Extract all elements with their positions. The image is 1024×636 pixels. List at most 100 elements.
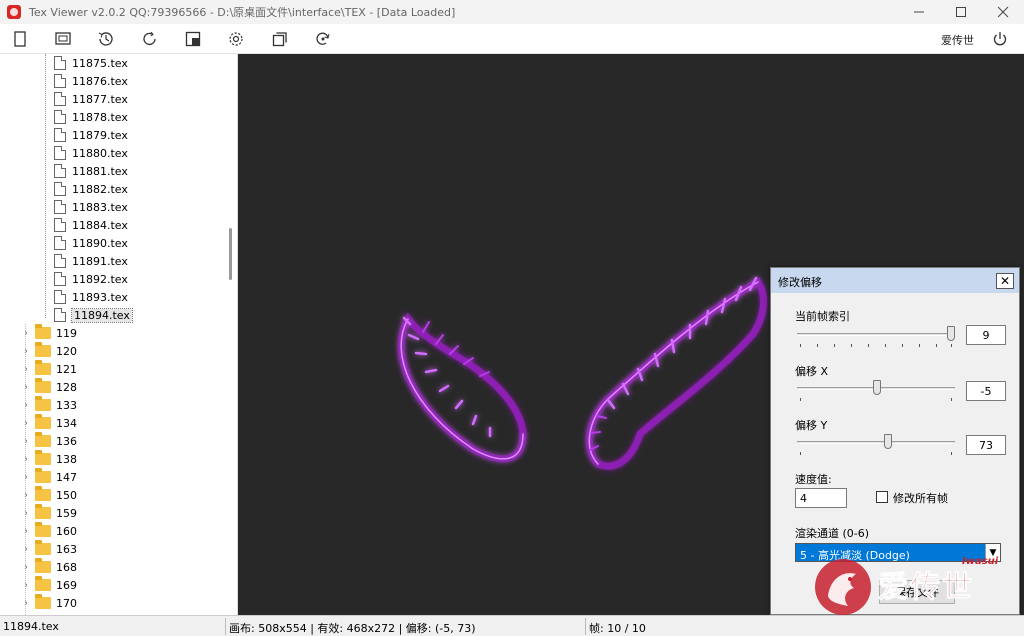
tree-scrollbar-thumb[interactable] (229, 228, 232, 280)
history-icon[interactable] (96, 29, 116, 49)
folder-icon (35, 540, 51, 555)
tree-file-item[interactable]: 11881.tex (54, 162, 128, 180)
tree-folder-item[interactable]: › 169 (20, 576, 77, 594)
modify-all-checkbox[interactable] (876, 491, 888, 503)
tree-folder-item[interactable]: › 120 (20, 342, 77, 360)
tree-file-item[interactable]: 11877.tex (54, 90, 128, 108)
tree-file-item[interactable]: 11879.tex (54, 126, 128, 144)
close-icon[interactable] (982, 0, 1024, 24)
chevron-right-icon[interactable]: › (20, 580, 32, 591)
settings-icon[interactable] (226, 29, 246, 49)
chevron-right-icon[interactable]: › (20, 472, 32, 483)
file-icon (54, 254, 66, 268)
frame-index-input[interactable]: 9 (966, 325, 1006, 345)
dialog-close-icon[interactable]: ✕ (996, 273, 1014, 289)
file-icon (54, 182, 66, 196)
folder-icon (35, 522, 51, 537)
tree-folder-item[interactable]: › 128 (20, 378, 77, 396)
tree-folder-item[interactable]: › 170 (20, 594, 77, 612)
rotate-icon[interactable] (313, 29, 333, 49)
toolbar: 爱传世 (0, 24, 1024, 54)
tree-folder-item[interactable]: › 160 (20, 522, 77, 540)
tree-folder-item[interactable]: › 134 (20, 414, 77, 432)
refresh-icon[interactable] (140, 29, 160, 49)
tree-folder-item[interactable]: › 121 (20, 360, 77, 378)
offset-y-slider[interactable] (797, 434, 955, 452)
chevron-right-icon[interactable]: › (20, 400, 32, 411)
tree-folder-item[interactable]: › 168 (20, 558, 77, 576)
tree-file-item[interactable]: 11878.tex (54, 108, 128, 126)
folder-icon (35, 468, 51, 483)
tree-folder-item[interactable]: › 136 (20, 432, 77, 450)
file-icon (54, 92, 66, 106)
chevron-right-icon[interactable]: › (20, 436, 32, 447)
watermark-logo: Iwasui 爱传世 (812, 554, 1024, 620)
copy-icon[interactable] (270, 29, 290, 49)
file-tree[interactable]: 11875.tex 11876.tex 11877.tex 11878.tex … (0, 54, 238, 615)
status-bar: 11894.tex 画布: 508x554 | 有效: 468x272 | 偏移… (0, 615, 1024, 636)
tree-folder-item[interactable]: › 159 (20, 504, 77, 522)
folder-icon (35, 360, 51, 375)
tree-file-item[interactable]: 11875.tex (54, 54, 128, 72)
minimize-icon[interactable] (898, 0, 940, 24)
window-controls (898, 0, 1024, 24)
offset-y-label: 偏移 Y (795, 419, 828, 432)
new-file-icon[interactable] (10, 29, 30, 49)
frame-index-ticks (797, 344, 955, 348)
tree-folder-item[interactable]: › 147 (20, 468, 77, 486)
file-icon (54, 272, 66, 286)
offset-x-ticks (797, 398, 955, 402)
speed-input[interactable]: 4 (795, 488, 847, 508)
tree-file-item[interactable]: 11892.tex (54, 270, 128, 288)
tree-file-item[interactable]: 11882.tex (54, 180, 128, 198)
folder-icon (35, 558, 51, 573)
folder-icon (35, 378, 51, 393)
tree-guide-line (45, 54, 46, 318)
offset-y-ticks (797, 452, 955, 456)
chevron-right-icon[interactable]: › (20, 526, 32, 537)
tree-file-item[interactable]: 11880.tex (54, 144, 128, 162)
tree-file-item[interactable]: 11883.tex (54, 198, 128, 216)
offset-x-slider-thumb[interactable] (873, 380, 881, 395)
frame-index-slider-thumb[interactable] (947, 326, 955, 341)
slideshow-icon[interactable] (53, 29, 73, 49)
chevron-right-icon[interactable]: › (20, 454, 32, 465)
tree-folder-item[interactable]: › 138 (20, 450, 77, 468)
tree-file-item[interactable]: 11893.tex (54, 288, 128, 306)
offset-x-label: 偏移 X (795, 365, 829, 378)
tree-folder-item[interactable]: › 150 (20, 486, 77, 504)
frame-icon[interactable] (183, 29, 203, 49)
file-icon (54, 218, 66, 232)
chevron-right-icon[interactable]: › (20, 598, 32, 609)
file-icon (54, 110, 66, 124)
title-bar: Tex Viewer v2.0.2 QQ:79396566 - D:\原桌面文件… (0, 0, 1024, 24)
chevron-right-icon[interactable]: › (20, 562, 32, 573)
chevron-right-icon[interactable]: › (20, 508, 32, 519)
tree-folder-item[interactable]: › 133 (20, 396, 77, 414)
offset-y-slider-thumb[interactable] (884, 434, 892, 449)
file-icon (54, 164, 66, 178)
chevron-right-icon[interactable]: › (20, 328, 32, 339)
offset-y-input[interactable]: 73 (966, 435, 1006, 455)
modify-all-label[interactable]: 修改所有帧 (893, 490, 948, 506)
chevron-right-icon[interactable]: › (20, 346, 32, 357)
tree-file-item[interactable]: 11891.tex (54, 252, 128, 270)
tree-folder-item[interactable]: › 163 (20, 540, 77, 558)
chevron-right-icon[interactable]: › (20, 418, 32, 429)
tree-file-item[interactable]: 11890.tex (54, 234, 128, 252)
frame-index-slider[interactable] (797, 326, 955, 344)
power-icon[interactable] (990, 29, 1010, 49)
tree-folder-item[interactable]: › 119 (20, 324, 77, 342)
right-wing-shape (585, 276, 767, 470)
chevron-right-icon[interactable]: › (20, 364, 32, 375)
offset-x-input[interactable]: -5 (966, 381, 1006, 401)
chevron-right-icon[interactable]: › (20, 544, 32, 555)
maximize-icon[interactable] (940, 0, 982, 24)
chevron-right-icon[interactable]: › (20, 382, 32, 393)
offset-x-slider[interactable] (797, 380, 955, 398)
tree-file-item[interactable]: 11876.tex (54, 72, 128, 90)
tree-file-item[interactable]: 11884.tex (54, 216, 128, 234)
tree-file-item-selected[interactable]: 11894.tex (54, 306, 133, 324)
chevron-right-icon[interactable]: › (20, 490, 32, 501)
user-name[interactable]: 爱传世 (941, 32, 974, 48)
